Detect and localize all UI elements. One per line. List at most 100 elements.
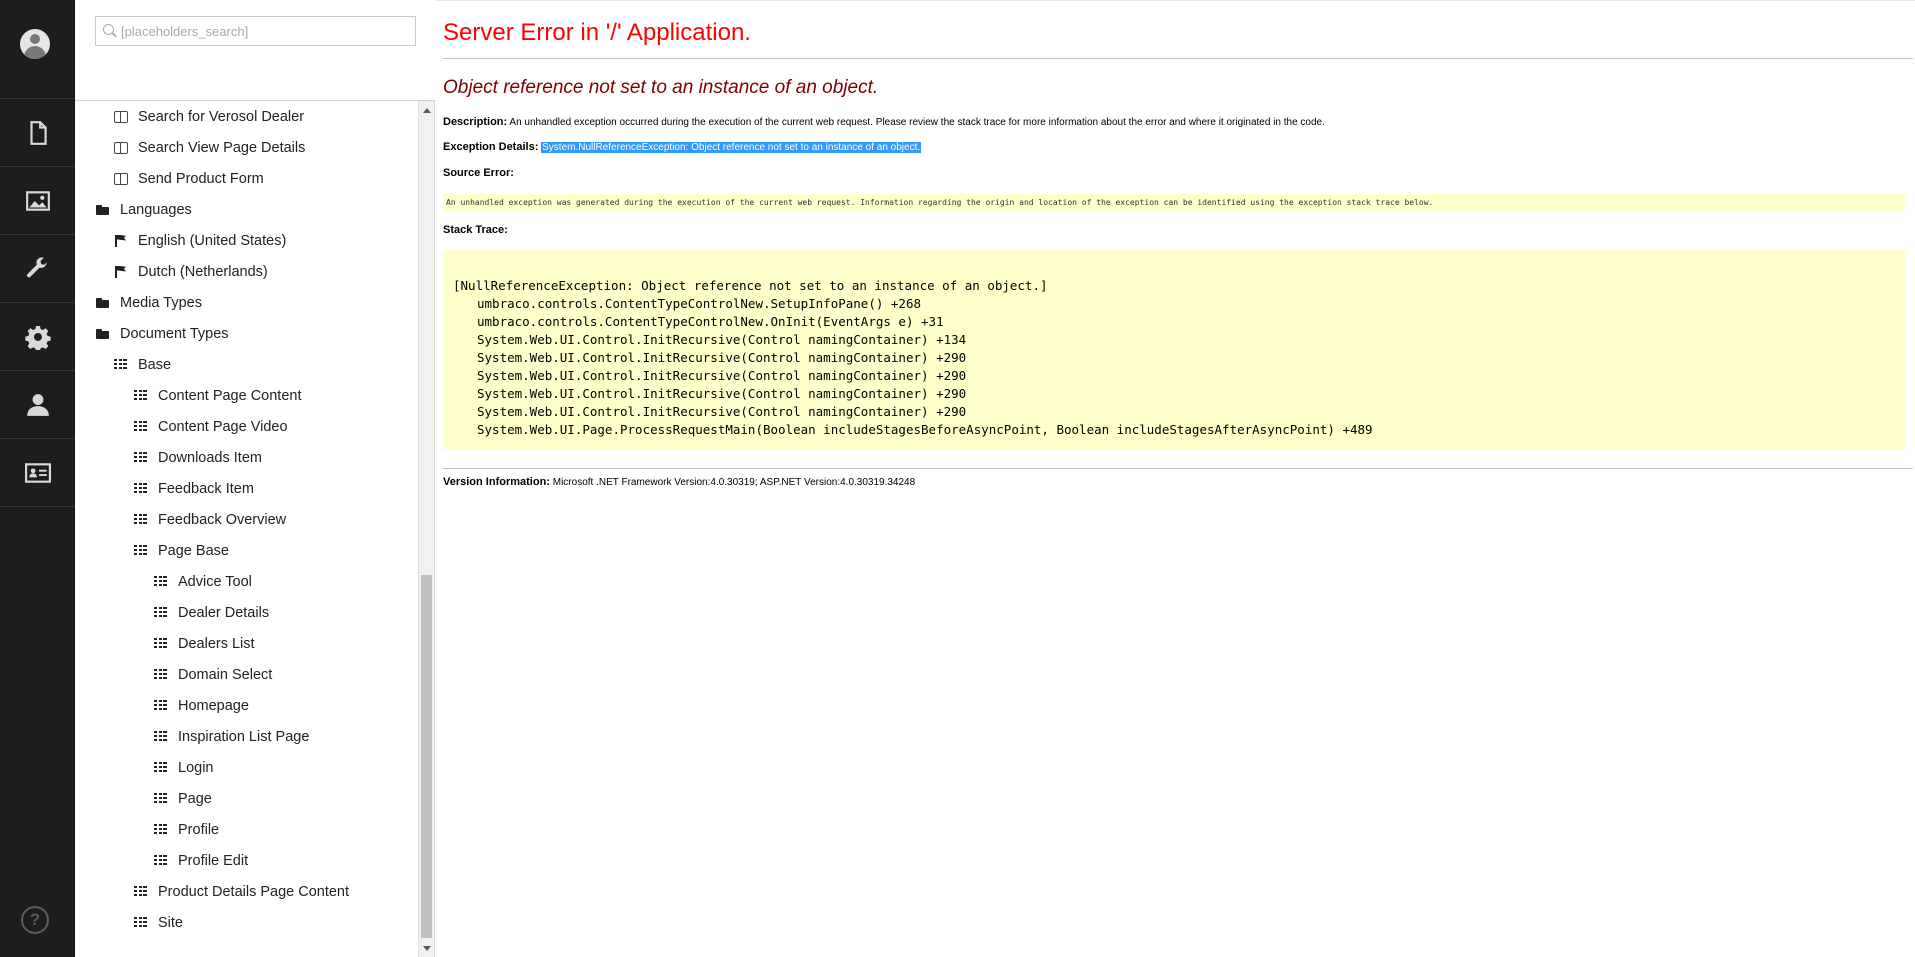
tree-item[interactable]: Inspiration List Page	[153, 721, 309, 752]
tree-item-label: Page Base	[158, 542, 229, 559]
tree-item[interactable]: Domain Select	[153, 659, 272, 690]
book-icon	[113, 109, 129, 125]
error-title: Server Error in '/' Application.	[443, 19, 751, 46]
grid-icon	[153, 821, 169, 838]
scroll-thumb[interactable]	[421, 575, 432, 938]
main-content: Server Error in '/' Application. Object …	[436, 0, 1915, 957]
tree-item[interactable]: Page	[153, 783, 212, 814]
tree-scrollbar[interactable]	[418, 101, 434, 957]
stack-frame: System.Web.UI.Control.InitRecursive(Cont…	[477, 404, 967, 419]
user-avatar[interactable]	[20, 29, 50, 59]
section-users[interactable]	[0, 371, 75, 438]
tree-item-label: Page	[178, 790, 212, 807]
section-divider	[0, 506, 75, 507]
grid-icon	[153, 759, 169, 776]
tree-item[interactable]: Dutch (Netherlands)	[113, 256, 268, 287]
stack-frame: System.Web.UI.Control.InitRecursive(Cont…	[477, 350, 967, 365]
book-icon	[113, 140, 129, 156]
search-input[interactable]	[121, 21, 411, 41]
flag-icon	[113, 233, 129, 249]
tree-item-label: Site	[158, 914, 183, 931]
divider	[443, 58, 1913, 59]
tree-item[interactable]: Dealer Details	[153, 597, 269, 628]
tree-item-label: Languages	[120, 201, 192, 218]
grid-icon	[153, 697, 169, 714]
grid-icon	[153, 728, 169, 745]
tree-item-label: Dealers List	[178, 635, 255, 652]
tree-item[interactable]: Search for Verosol Dealer	[113, 101, 304, 132]
id-card-icon	[24, 462, 51, 483]
tree-item[interactable]: Profile Edit	[153, 845, 248, 876]
exception-text[interactable]: System.NullReferenceException: Object re…	[541, 142, 922, 153]
tree-item-label: Search for Verosol Dealer	[138, 108, 305, 125]
grid-icon	[153, 666, 169, 683]
user-icon	[26, 393, 49, 416]
folder-icon	[95, 326, 111, 342]
tree-item-label: Login	[178, 759, 214, 776]
tree-item[interactable]: Page Base	[133, 535, 229, 566]
image-icon	[25, 190, 50, 211]
tree-item[interactable]: Content Page Content	[133, 380, 302, 411]
tree-item[interactable]: English (United States)	[113, 225, 286, 256]
tree-item-label: Search View Page Details	[138, 139, 306, 156]
tree-panel: Search for Verosol Dealer Search View Pag…	[75, 0, 435, 957]
grid-icon	[133, 387, 149, 404]
stack-frame: umbraco.controls.ContentTypeControlNew.O…	[477, 314, 944, 329]
grid-icon	[113, 356, 129, 373]
stack-trace-box: [NullReferenceException: Object referenc…	[443, 250, 1906, 450]
grid-icon	[133, 418, 149, 435]
exception-line: Exception Details: System.NullReferenceE…	[443, 141, 922, 153]
section-content[interactable]	[0, 99, 75, 166]
section-settings[interactable]	[0, 235, 75, 302]
grid-icon	[153, 573, 169, 590]
tree-item-label: Media Types	[120, 294, 202, 311]
tree-item-label: Dealer Details	[178, 604, 270, 621]
scroll-up-arrow[interactable]	[423, 108, 431, 113]
error-subtitle: Object reference not set to an instance …	[443, 77, 879, 98]
exception-label: Exception Details:	[443, 141, 539, 153]
tree-item[interactable]: Profile	[153, 814, 219, 845]
tree-item[interactable]: Product Details Page Content	[133, 876, 349, 907]
tree-item[interactable]: Search View Page Details	[113, 132, 305, 163]
tree-item[interactable]: Media Types	[95, 287, 202, 318]
tree-item[interactable]: Dealers List	[153, 628, 255, 659]
tree-item[interactable]: Document Types	[95, 318, 229, 349]
stack-head: [NullReferenceException: Object referenc…	[453, 278, 1048, 293]
tree-item-label: Dutch (Netherlands)	[138, 263, 268, 280]
section-developer[interactable]	[0, 303, 75, 370]
stack-frame: System.Web.UI.Page.ProcessRequestMain(Bo…	[477, 422, 1373, 437]
folder-icon	[95, 295, 111, 311]
tree-item[interactable]: Feedback Overview	[133, 504, 286, 535]
tree-item[interactable]: Content Page Video	[133, 411, 288, 442]
grid-icon	[133, 542, 149, 559]
avatar-head	[30, 34, 40, 44]
tree-item[interactable]: Site	[133, 907, 183, 938]
tree-item[interactable]: Login	[153, 752, 213, 783]
tree-item-label: Send Product Form	[138, 170, 264, 187]
tree-item-label: Feedback Item	[158, 480, 254, 497]
tree-item-label: Inspiration List Page	[178, 728, 310, 745]
help-icon[interactable]: ?	[21, 906, 49, 934]
grid-icon	[153, 604, 169, 621]
stack-label: Stack Trace:	[443, 224, 508, 236]
content-tree: Search for Verosol Dealer Search View Pag…	[75, 101, 418, 957]
tree-item[interactable]: Advice Tool	[153, 566, 252, 597]
tree-item[interactable]: Downloads Item	[133, 442, 262, 473]
grid-icon	[133, 883, 149, 900]
scroll-down-arrow[interactable]	[423, 946, 431, 951]
stack-frame: System.Web.UI.Control.InitRecursive(Cont…	[477, 386, 967, 401]
tree-item[interactable]: Base	[113, 349, 171, 380]
section-media[interactable]	[0, 167, 75, 234]
flag-icon	[113, 264, 129, 280]
section-members[interactable]	[0, 439, 75, 506]
tree-header	[75, 0, 435, 101]
tree-item-label: Downloads Item	[158, 449, 262, 466]
tree-item[interactable]: Languages	[95, 194, 192, 225]
tree-item[interactable]: Feedback Item	[133, 473, 254, 504]
search-box[interactable]	[95, 16, 416, 46]
tree-item[interactable]: Homepage	[153, 690, 249, 721]
version-line: Version Information: Microsoft .NET Fram…	[443, 476, 915, 488]
tree-item[interactable]: Send Product Form	[113, 163, 264, 194]
section-bar: ?	[0, 0, 75, 957]
tree-item-label: Document Types	[120, 325, 229, 342]
